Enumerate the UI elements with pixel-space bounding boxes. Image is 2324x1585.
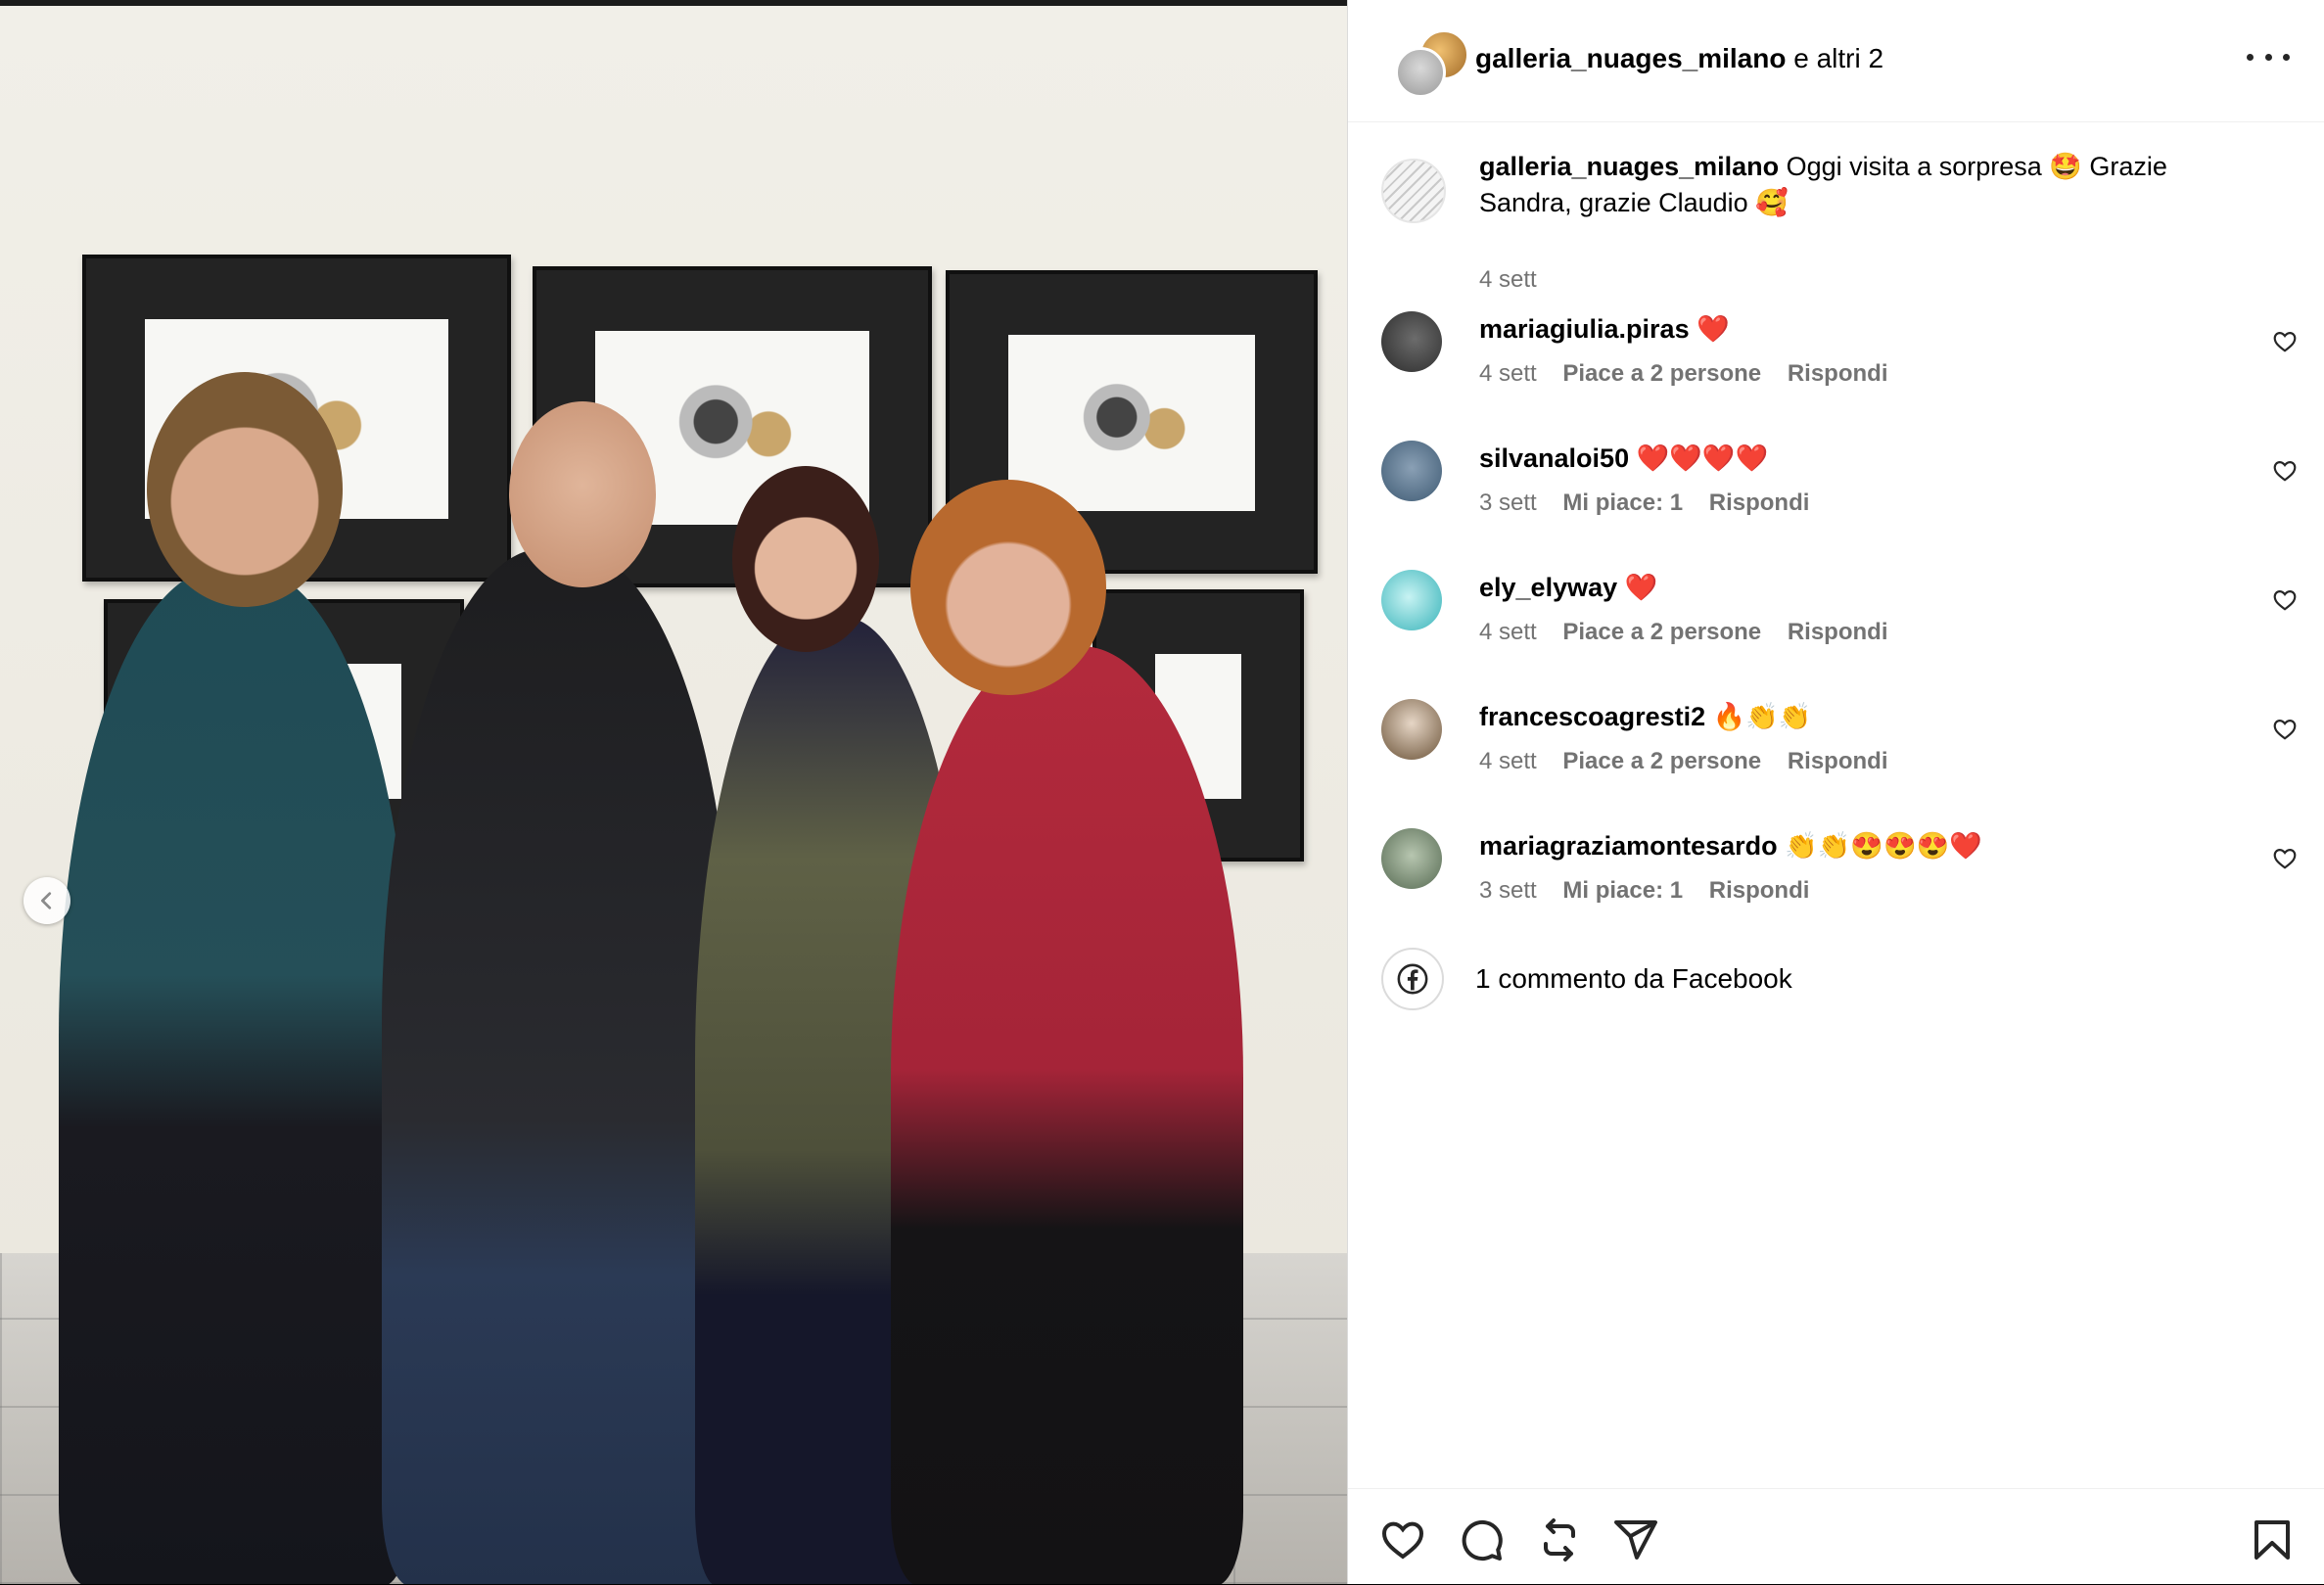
comment-time[interactable]: 3 sett <box>1479 489 1537 516</box>
comment-username[interactable]: silvanaloi50 <box>1479 443 1629 473</box>
avatar[interactable] <box>1381 441 1442 501</box>
list-item: silvanaloi50 ❤️❤️❤️❤️ 3 sett Mi piace: 1… <box>1348 441 2324 538</box>
author-suffix[interactable]: e altri 2 <box>1793 43 1883 73</box>
comment-username[interactable]: ely_elyway <box>1479 573 1617 602</box>
post-photo[interactable] <box>0 0 1347 1584</box>
comment-time[interactable]: 4 sett <box>1479 360 1537 387</box>
comment-time[interactable]: 3 sett <box>1479 877 1537 904</box>
heart-icon[interactable] <box>2272 458 2298 484</box>
reply-button[interactable]: Rispondi <box>1788 619 1888 645</box>
comment-text: ❤️❤️❤️❤️ <box>1636 443 1769 473</box>
reply-button[interactable]: Rispondi <box>1788 360 1888 387</box>
comment-text: ❤️ <box>1697 314 1730 344</box>
comment-time[interactable]: 4 sett <box>1479 748 1537 774</box>
avatar[interactable] <box>1395 47 1446 98</box>
repost-icon[interactable] <box>1536 1516 1583 1563</box>
send-icon[interactable] <box>1612 1516 1659 1563</box>
bookmark-icon[interactable] <box>2249 1516 2296 1563</box>
avatar[interactable] <box>1381 159 1446 223</box>
reply-button[interactable]: Rispondi <box>1788 748 1888 774</box>
avatar[interactable] <box>1381 828 1442 889</box>
post-header: galleria_nuages_milano e altri 2 <box>1348 0 2324 122</box>
heart-icon[interactable] <box>2272 587 2298 613</box>
avatar[interactable] <box>1381 311 1442 372</box>
comment-username[interactable]: mariagiulia.piras <box>1479 314 1690 344</box>
comment-likes[interactable]: Mi piace: 1 <box>1562 877 1683 904</box>
comment-likes[interactable]: Piace a 2 persone <box>1562 748 1761 774</box>
post-actions-bar <box>1348 1488 2324 1585</box>
facebook-icon <box>1381 948 1444 1010</box>
chevron-left-icon <box>41 892 52 909</box>
caption-time[interactable]: 4 sett <box>1479 266 1537 293</box>
comment-likes[interactable]: Piace a 2 persone <box>1562 360 1761 387</box>
post-authors: galleria_nuages_milano e altri 2 <box>1475 43 1883 74</box>
list-item: mariagraziamontesardo 👏👏😍😍😍❤️ 3 sett Mi … <box>1348 828 2324 926</box>
comment-icon[interactable] <box>1458 1516 1505 1563</box>
caption-username[interactable]: galleria_nuages_milano <box>1479 152 1779 181</box>
comment-username[interactable]: francescoagresti2 <box>1479 702 1705 731</box>
facebook-comment-row[interactable]: 1 commento da Facebook <box>1348 948 2324 1016</box>
comment-username[interactable]: mariagraziamontesardo <box>1479 831 1778 861</box>
comment-text: ❤️ <box>1624 573 1658 602</box>
heart-icon[interactable] <box>2272 717 2298 742</box>
list-item: mariagiulia.piras ❤️ 4 sett Piace a 2 pe… <box>1348 311 2324 409</box>
list-item: ely_elyway ❤️ 4 sett Piace a 2 persone R… <box>1348 570 2324 668</box>
heart-icon[interactable] <box>1379 1516 1426 1563</box>
comment-text: 👏👏😍😍😍❤️ <box>1785 831 1982 861</box>
reply-button[interactable]: Rispondi <box>1709 489 1810 516</box>
comment-text: 🔥👏👏 <box>1712 702 1812 731</box>
more-options-button[interactable] <box>2247 45 2290 69</box>
reply-button[interactable]: Rispondi <box>1709 877 1810 904</box>
previous-photo-button[interactable] <box>23 877 70 924</box>
more-options-icon <box>2247 53 2254 61</box>
person-2 <box>382 548 734 1584</box>
caption: galleria_nuages_milano Oggi visita a sor… <box>1348 149 2324 293</box>
heart-icon[interactable] <box>2272 846 2298 871</box>
comment-time[interactable]: 4 sett <box>1479 619 1537 645</box>
person-1 <box>59 568 411 1584</box>
author-username[interactable]: galleria_nuages_milano <box>1475 43 1786 73</box>
heart-icon[interactable] <box>2272 329 2298 354</box>
avatar[interactable] <box>1381 570 1442 630</box>
instagram-post-viewer: galleria_nuages_milano e altri 2 galleri… <box>0 0 2324 1584</box>
comment-likes[interactable]: Mi piace: 1 <box>1562 489 1683 516</box>
avatar[interactable] <box>1381 699 1442 760</box>
post-side-panel: galleria_nuages_milano e altri 2 galleri… <box>1347 0 2324 1584</box>
person-4 <box>891 646 1243 1584</box>
list-item: francescoagresti2 🔥👏👏 4 sett Piace a 2 p… <box>1348 699 2324 797</box>
facebook-comments-link[interactable]: 1 commento da Facebook <box>1475 963 1792 995</box>
comment-likes[interactable]: Piace a 2 persone <box>1562 619 1761 645</box>
